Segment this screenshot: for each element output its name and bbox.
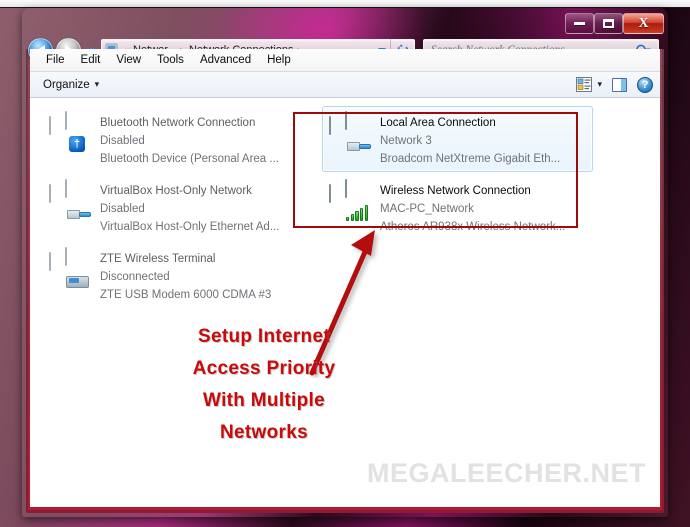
ethernet-plug-badge-icon — [347, 139, 371, 153]
change-view-icon — [576, 77, 593, 92]
connection-status: MAC-PC_Network — [380, 203, 474, 215]
menu-advanced[interactable]: Advanced — [192, 51, 259, 69]
connection-name: ZTE Wireless Terminal — [100, 253, 216, 265]
network-adapter-gray-icon: † — [47, 111, 95, 153]
annotation-line-2: Access Priority — [192, 358, 336, 379]
menu-tools[interactable]: Tools — [149, 51, 192, 69]
wifi-signal-badge-icon — [346, 205, 369, 221]
minimize-icon — [574, 22, 585, 25]
ethernet-plug-badge-icon — [67, 207, 91, 221]
connection-name: Wireless Network Connection — [380, 185, 531, 197]
connection-device: ZTE USB Modem 6000 CDMA #3 — [100, 289, 272, 301]
connections-list-area: † Bluetooth Network Connection Disabled … — [30, 98, 660, 507]
connection-name: Local Area Connection — [380, 117, 496, 129]
connection-device: VirtualBox Host-Only Ethernet Ad... — [100, 221, 280, 233]
watermark: MEGALEECHER.NET — [366, 458, 646, 488]
connections-columns: † Bluetooth Network Connection Disabled … — [30, 98, 660, 310]
menu-bar: File Edit View Tools Advanced Help — [30, 49, 660, 72]
connections-column-right: Local Area Connection Network 3 Broadcom… — [322, 106, 593, 310]
menu-file[interactable]: File — [38, 51, 73, 69]
chevron-down-icon: ▾ — [94, 79, 100, 89]
connection-device: Atheros AR938x Wireless Network... — [380, 221, 566, 233]
network-adapter-blue-icon — [327, 179, 375, 221]
connection-name: Bluetooth Network Connection — [100, 117, 256, 129]
modem-badge-icon — [66, 274, 90, 289]
annotation-line-3: With Multiple — [203, 390, 325, 411]
preview-pane-button[interactable] — [612, 77, 627, 92]
list-item-text: Local Area Connection Network 3 Broadcom… — [380, 111, 560, 167]
bluetooth-badge-icon: † — [69, 136, 85, 152]
list-item[interactable]: VirtualBox Host-Only Network Disabled Vi… — [42, 174, 313, 240]
command-toolbar: Organize ▾ ▾ ? — [30, 72, 660, 98]
organize-label: Organize — [43, 78, 90, 91]
connection-status: Disconnected — [100, 271, 170, 283]
list-item-text: Wireless Network Connection MAC-PC_Netwo… — [380, 179, 565, 235]
annotation-line-1: Setup Internet — [198, 326, 330, 347]
chevron-down-icon: ▾ — [597, 79, 602, 89]
connection-device: Broadcom NetXtreme Gigabit Eth... — [380, 153, 561, 165]
maximize-icon — [603, 19, 614, 28]
list-item-text: ZTE Wireless Terminal Disconnected ZTE U… — [100, 247, 271, 303]
network-adapter-blue-icon — [327, 111, 375, 153]
network-adapter-gray-icon — [47, 247, 95, 289]
connections-column-left: † Bluetooth Network Connection Disabled … — [42, 106, 313, 310]
change-view-button[interactable]: ▾ — [576, 77, 602, 92]
list-item[interactable]: † Bluetooth Network Connection Disabled … — [42, 106, 313, 172]
minimize-button[interactable] — [565, 13, 594, 34]
annotation-text: Setup Internet Access Priority With Mult… — [114, 321, 414, 449]
help-icon: ? — [637, 76, 653, 93]
close-icon: X — [638, 15, 649, 31]
connection-status: Disabled — [100, 135, 145, 147]
menu-edit[interactable]: Edit — [73, 51, 109, 69]
screen-top-strip — [0, 0, 690, 7]
maximize-button[interactable] — [594, 13, 623, 34]
connection-status: Network 3 — [380, 135, 432, 147]
list-item[interactable]: Wireless Network Connection MAC-PC_Netwo… — [322, 174, 593, 240]
connection-name: VirtualBox Host-Only Network — [100, 185, 252, 197]
annotation-line-4: Networks — [220, 422, 308, 443]
list-item[interactable]: Local Area Connection Network 3 Broadcom… — [322, 106, 593, 172]
connection-status: Disabled — [100, 203, 145, 215]
organize-button[interactable]: Organize ▾ — [37, 76, 105, 94]
list-item[interactable]: ZTE Wireless Terminal Disconnected ZTE U… — [42, 242, 313, 308]
preview-pane-icon — [612, 77, 627, 92]
explorer-window: X File Edit View Tools Advanced Help Org… — [22, 8, 668, 517]
close-button[interactable]: X — [623, 13, 664, 34]
menu-help[interactable]: Help — [259, 51, 299, 69]
window-client-area: File Edit View Tools Advanced Help Organ… — [30, 49, 660, 507]
help-button[interactable]: ? — [637, 76, 653, 93]
connection-device: Bluetooth Device (Personal Area ... — [100, 153, 279, 165]
list-item-text: VirtualBox Host-Only Network Disabled Vi… — [100, 179, 279, 235]
window-glass-frame: X File Edit View Tools Advanced Help Org… — [22, 8, 668, 517]
network-adapter-gray-icon — [47, 179, 95, 221]
menu-view[interactable]: View — [108, 51, 149, 69]
list-item-text: Bluetooth Network Connection Disabled Bl… — [100, 111, 279, 167]
